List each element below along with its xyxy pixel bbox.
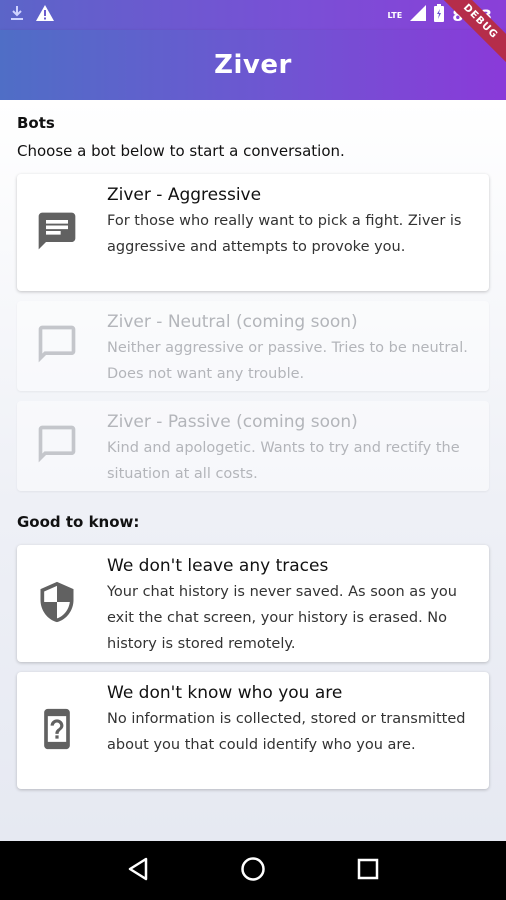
- home-circle-icon: [240, 856, 266, 886]
- bot-description: Neither aggressive or passive. Tries to …: [107, 340, 468, 382]
- bots-subtitle: Choose a bot below to start a conversati…: [17, 142, 345, 160]
- home-button[interactable]: [233, 851, 273, 891]
- unknown-device-icon: [35, 707, 79, 755]
- info-card-no-traces: We don't leave any traces Your chat hist…: [17, 545, 489, 662]
- bot-card-neutral: Ziver - Neutral (coming soon) Neither ag…: [17, 301, 489, 391]
- info-description: No information is collected, stored or t…: [107, 711, 466, 753]
- bot-card-passive: Ziver - Passive (coming soon) Kind and a…: [17, 401, 489, 491]
- back-button[interactable]: [118, 851, 158, 891]
- bots-heading: Bots: [17, 114, 55, 132]
- back-triangle-icon: [127, 857, 149, 885]
- download-icon: [10, 5, 24, 25]
- app-title: Ziver: [214, 50, 292, 80]
- chat-outline-icon: [35, 422, 79, 470]
- system-nav-bar: [0, 841, 506, 900]
- info-card-anonymous: We don't know who you are No information…: [17, 672, 489, 789]
- main-content[interactable]: Bots Choose a bot below to start a conve…: [0, 100, 506, 841]
- bot-description: Kind and apologetic. Wants to try and re…: [107, 440, 460, 482]
- bot-card-aggressive[interactable]: Ziver - Aggressive For those who really …: [17, 174, 489, 291]
- bot-title: Ziver - Aggressive: [107, 185, 262, 205]
- shield-icon: [35, 580, 79, 628]
- info-title: We don't leave any traces: [107, 556, 329, 576]
- debug-ribbon-label: DEBUG: [430, 0, 506, 72]
- network-type: LTE: [387, 10, 403, 20]
- debug-banner: DEBUG: [426, 0, 506, 80]
- recents-button[interactable]: [348, 851, 388, 891]
- chat-outline-icon: [35, 322, 79, 370]
- bot-description: For those who really want to pick a figh…: [107, 213, 462, 255]
- warning-icon: [36, 5, 54, 25]
- info-title: We don't know who you are: [107, 683, 343, 703]
- good-to-know-heading: Good to know:: [17, 513, 140, 531]
- chat-filled-icon: [35, 209, 79, 257]
- info-description: Your chat history is never saved. As soo…: [107, 584, 457, 652]
- bot-title: Ziver - Passive (coming soon): [107, 412, 358, 432]
- signal-icon: [410, 5, 427, 25]
- recents-square-icon: [357, 858, 379, 884]
- bot-title: Ziver - Neutral (coming soon): [107, 312, 358, 332]
